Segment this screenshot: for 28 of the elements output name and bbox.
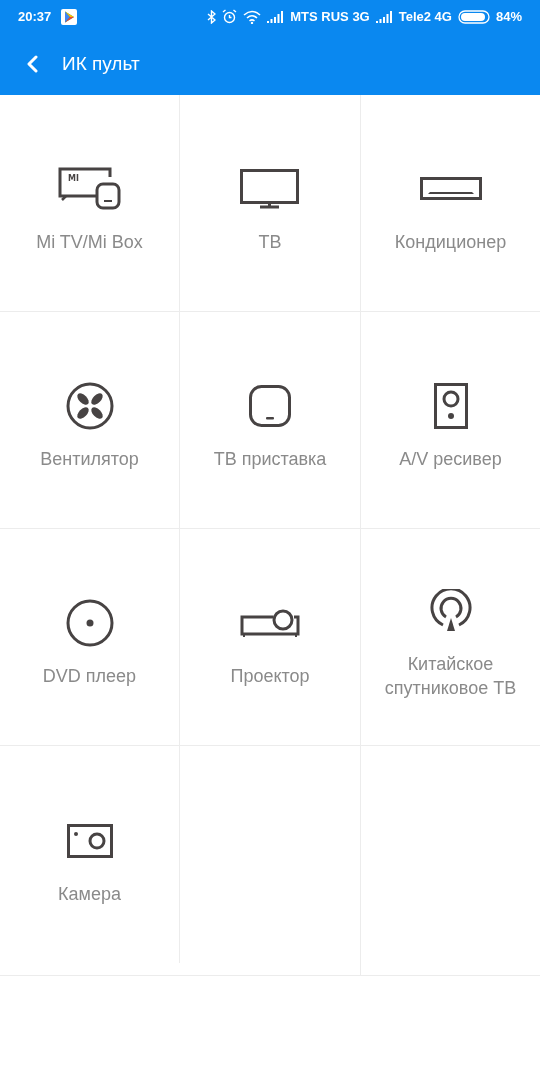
play-store-icon [61, 8, 78, 25]
bluetooth-icon [207, 9, 217, 24]
camera-icon [66, 823, 113, 858]
page-title: ИК пульт [62, 53, 140, 75]
back-icon [26, 55, 38, 73]
wifi-icon [243, 9, 262, 24]
tv-icon [240, 169, 300, 209]
signal-icon [267, 10, 285, 23]
device-tile[interactable]: MI Mi TV/Mi Box [0, 95, 180, 312]
device-tile[interactable]: Проектор [180, 529, 361, 746]
carrier-name: Tele2 4G [398, 9, 452, 24]
set-top-box-icon [249, 385, 291, 427]
speaker-icon [433, 383, 468, 429]
carrier-name: MTS RUS 3G [290, 9, 370, 24]
satellite-icon [428, 589, 473, 633]
disc-icon [65, 599, 114, 647]
status-time: 20:37 [18, 9, 52, 24]
air-conditioner-icon [419, 177, 482, 201]
device-tile[interactable]: ТВ приставка [180, 312, 361, 529]
projector-icon [240, 608, 300, 638]
signal-icon [375, 10, 393, 23]
device-tile[interactable]: Вентилятор [0, 312, 180, 529]
battery-icon [457, 9, 490, 24]
device-tile[interactable]: ТВ [180, 95, 361, 312]
battery-percent: 84% [495, 9, 522, 24]
fan-icon [65, 382, 114, 430]
device-tile[interactable]: DVD плеер [0, 529, 180, 746]
alarm-icon [222, 9, 238, 24]
